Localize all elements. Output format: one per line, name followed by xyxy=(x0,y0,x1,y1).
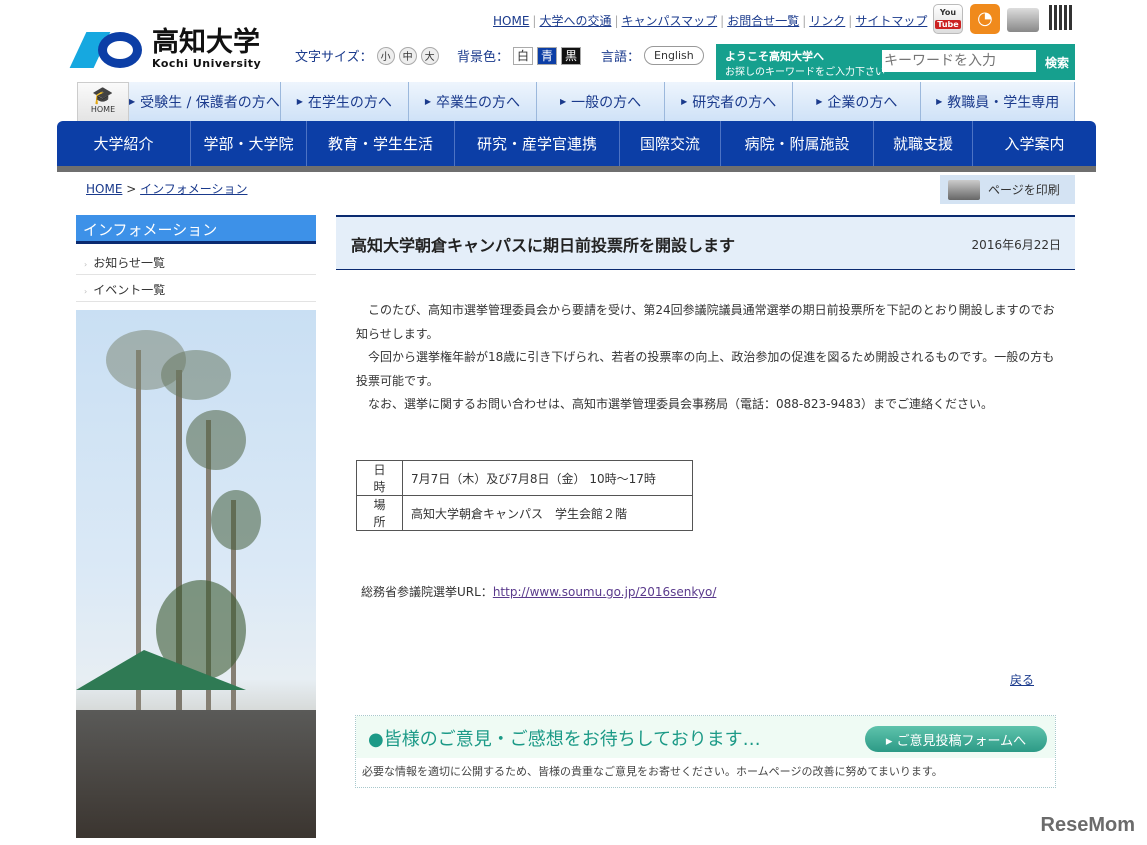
election-url-line: 総務省参議院選挙URL：http://www.soumu.go.jp/2016s… xyxy=(361,583,716,600)
table-row: 日 時 7月7日（木）及び7月8日（金） 10時～17時 xyxy=(356,460,693,496)
audience-companies[interactable]: ▶ 企業の方へ xyxy=(793,82,922,121)
back-link[interactable]: 戻る xyxy=(1010,671,1034,688)
bg-label: 背景色： xyxy=(457,50,510,65)
article-header: 高知大学朝倉キャンパスに期日前投票所を開設します 2016年6月22日 xyxy=(336,215,1075,270)
search-input[interactable] xyxy=(882,50,1036,72)
bg-blue[interactable]: 青 xyxy=(537,46,558,65)
nav-education[interactable]: 教育・学生生活 xyxy=(307,121,455,166)
font-size-label: 文字サイズ： xyxy=(295,50,373,65)
breadcrumb: HOME > インフォメーション xyxy=(86,182,248,196)
english-button[interactable]: English xyxy=(644,46,704,65)
sidebar-item-news[interactable]: › お知らせ一覧 xyxy=(76,248,316,275)
audience-staff[interactable]: ▶ 教職員・学生専用 xyxy=(921,82,1075,121)
table-row: 場 所高知大学朝倉キャンパス 学生会館２階 xyxy=(356,495,693,531)
rss-icon[interactable]: ◔ xyxy=(970,4,1000,34)
language-control: 言語： English xyxy=(601,46,704,65)
font-size-small[interactable]: 小 xyxy=(376,46,395,65)
audience-students[interactable]: ▶ 在学生の方へ xyxy=(280,82,409,121)
link-contact[interactable]: お問合せ一覧 xyxy=(727,14,799,28)
nav-hospital[interactable]: 病院・附属施設 xyxy=(721,121,874,166)
qr-code-icon xyxy=(1049,5,1074,30)
link-sitemap[interactable]: サイトマップ xyxy=(855,14,927,28)
nav-career[interactable]: 就職支援 xyxy=(874,121,973,166)
article-date: 2016年6月22日 xyxy=(971,238,1061,252)
main-nav: 大学紹介 学部・大学院 教育・学生生活 研究・産学官連携 国際交流 病院・附属施… xyxy=(57,121,1096,166)
audience-public[interactable]: ▶ 一般の方へ xyxy=(537,82,666,121)
link-links[interactable]: リンク xyxy=(809,14,845,28)
feedback-form-button[interactable]: ▸ ご意見投稿フォームへ xyxy=(865,726,1047,752)
search-hint: お探しのキーワードをご入力下さい xyxy=(725,67,885,78)
election-url-link[interactable]: http://www.soumu.go.jp/2016senkyo/ xyxy=(493,585,717,599)
table-key: 日 時 xyxy=(356,460,403,496)
bg-white[interactable]: 白 xyxy=(513,46,534,65)
article-paragraph: なお、選挙に関するお問い合わせは、高知市選挙管理委員会事務局（電話：088-82… xyxy=(368,397,994,411)
background-color-control: 背景色： 白 青 黒 xyxy=(457,46,582,65)
printer-icon xyxy=(948,179,980,200)
home-button[interactable]: 🎓 HOME xyxy=(77,82,129,121)
url-label: 総務省参議院選挙URL： xyxy=(361,585,493,599)
logo-mark-icon xyxy=(69,28,146,70)
table-key: 場 所 xyxy=(356,495,403,531)
audience-prospective[interactable]: ▶ 受験生 / 保護者の方へ xyxy=(129,82,281,121)
print-page-button[interactable]: ページを印刷 xyxy=(940,175,1075,204)
font-size-large[interactable]: 大 xyxy=(420,46,439,65)
font-size-control: 文字サイズ： 小 中 大 xyxy=(295,46,439,65)
logo-subtitle: Kochi University xyxy=(152,56,262,70)
article-title: 高知大学朝倉キャンパスに期日前投票所を開設します xyxy=(351,236,736,255)
table-value: 高知大学朝倉キャンパス 学生会館２階 xyxy=(402,495,693,531)
print-icon[interactable] xyxy=(1007,8,1039,32)
audience-researchers[interactable]: ▶ 研究者の方へ xyxy=(665,82,794,121)
home-label: HOME xyxy=(90,105,116,114)
article-paragraph: 今回から選挙権年齢が18歳に引き下げられ、若者の投票率の向上、政治参加の促進を図… xyxy=(356,350,1055,388)
bg-black[interactable]: 黒 xyxy=(561,46,582,65)
article-body: このたび、高知市選挙管理委員会から要請を受け、第24回参議院議員通常選挙の期日前… xyxy=(356,299,1056,417)
search-welcome: ようこそ高知大学へ xyxy=(725,50,824,63)
print-label: ページを印刷 xyxy=(988,183,1060,197)
feedback-heading: ●皆様のご意見・ご感想をお待ちしております… xyxy=(368,729,761,750)
feedback-description: 必要な情報を適切に公開するため、皆様の貴重なご意見をお寄せください。ホームページ… xyxy=(362,765,943,778)
nav-faculties[interactable]: 学部・大学院 xyxy=(191,121,307,166)
audience-nav: 🎓 HOME ▶ 受験生 / 保護者の方へ ▶ 在学生の方へ ▶ 卒業生の方へ ▶ 一般… xyxy=(77,82,1075,121)
language-label: 言語： xyxy=(601,50,641,65)
search-button[interactable]: 検索 xyxy=(1045,54,1069,71)
feedback-box: ●皆様のご意見・ご感想をお待ちしております… ▸ ご意見投稿フォームへ 必要な情… xyxy=(355,715,1056,788)
nav-divider xyxy=(57,166,1096,172)
university-logo[interactable]: 高知大学 Kochi University xyxy=(69,26,262,70)
sidebar-item-events[interactable]: › イベント一覧 xyxy=(76,275,316,302)
audience-alumni[interactable]: ▶ 卒業生の方へ xyxy=(408,82,538,121)
nav-admission[interactable]: 入学案内 xyxy=(973,121,1096,166)
graduation-cap-icon: 🎓 xyxy=(92,86,114,106)
utility-links: HOME | 大学への交通 | キャンパスマップ | お問合せ一覧 | リンク | サイトマップ xyxy=(493,14,928,28)
search-box: ようこそ高知大学へ お探しのキーワードをご入力下さい 検索 xyxy=(716,44,1075,80)
nav-international[interactable]: 国際交流 xyxy=(620,121,721,166)
table-value: 7月7日（木）及び7月8日（金） 10時～17時 xyxy=(402,460,693,496)
breadcrumb-information[interactable]: インフォメーション xyxy=(140,182,247,196)
schedule-table: 日 時 7月7日（木）及び7月8日（金） 10時～17時 場 所高知大学朝倉キャン… xyxy=(356,460,693,531)
youtube-icon[interactable]: You Tube xyxy=(933,4,963,34)
link-home[interactable]: HOME xyxy=(493,14,529,28)
sidebar-heading: インフォメーション xyxy=(76,215,316,244)
logo-title: 高知大学 xyxy=(152,26,260,58)
article-paragraph: このたび、高知市選挙管理委員会から要請を受け、第24回参議院議員通常選挙の期日前… xyxy=(356,303,1055,341)
chevron-right-icon: › xyxy=(84,287,88,296)
nav-about[interactable]: 大学紹介 xyxy=(57,121,191,166)
font-size-medium[interactable]: 中 xyxy=(398,46,417,65)
resemom-watermark: ReseMom xyxy=(1040,814,1135,836)
link-access[interactable]: 大学への交通 xyxy=(539,14,611,28)
breadcrumb-home[interactable]: HOME xyxy=(86,182,122,196)
campus-photo xyxy=(76,310,316,838)
link-campus-map[interactable]: キャンパスマップ xyxy=(622,14,718,28)
chevron-right-icon: › xyxy=(84,260,88,269)
nav-research[interactable]: 研究・産学官連携 xyxy=(455,121,620,166)
